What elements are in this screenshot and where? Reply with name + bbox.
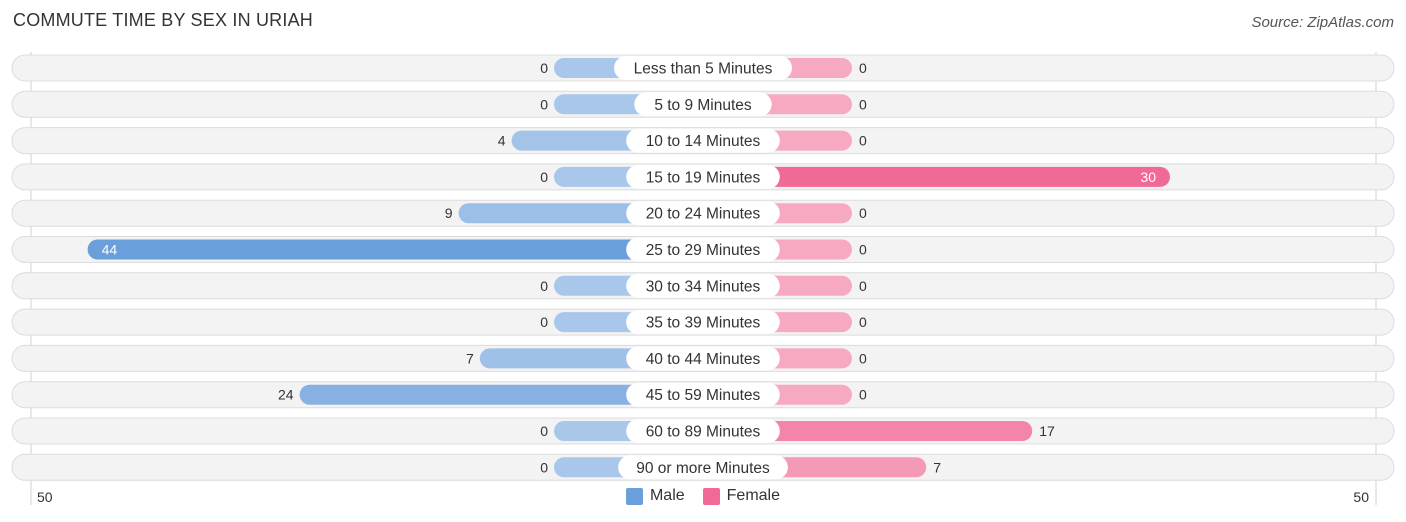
value-label-male: 0 [540,314,548,330]
value-label-male: 0 [540,423,548,439]
category-label: 60 to 89 Minutes [646,424,761,441]
category-label: 40 to 44 Minutes [646,351,761,368]
value-label-male: 7 [466,350,474,366]
value-label-female: 0 [859,350,867,366]
value-label-male: 0 [540,96,548,112]
value-label-female: 0 [859,96,867,112]
category-label: 25 to 29 Minutes [646,242,761,259]
legend-swatch-female [702,487,720,505]
category-label: 45 to 59 Minutes [646,387,761,404]
value-label-male: 0 [540,459,548,475]
category-label: 10 to 14 Minutes [646,133,761,150]
value-label-female: 0 [859,314,867,330]
value-label-female: 7 [933,459,941,475]
legend-item-female: Female [702,487,781,505]
value-label-female: 0 [859,387,867,403]
category-label: 15 to 19 Minutes [646,169,761,186]
value-label-female: 17 [1039,423,1055,439]
legend-item-male: Male [625,487,685,505]
value-label-male: 44 [102,242,118,258]
legend-swatch-male [625,487,643,505]
category-label: 90 or more Minutes [636,460,770,477]
value-label-female: 0 [859,133,867,149]
value-label-male: 4 [498,133,506,149]
value-label-female: 0 [859,205,867,221]
value-label-male: 0 [540,278,548,294]
category-label: 5 to 9 Minutes [654,97,752,114]
value-label-female: 30 [1140,169,1156,185]
legend-label-female: Female [726,487,781,504]
value-label-female: 0 [859,278,867,294]
chart-plot: Less than 5 Minutes 0 0 5 to 9 Minutes 0 0 10 … [11,52,1395,505]
category-label: 35 to 39 Minutes [646,315,761,332]
value-label-female: 0 [859,60,867,76]
value-label-male: 0 [540,60,548,76]
value-label-male: 9 [445,205,453,221]
value-label-male: 24 [278,387,294,403]
bar-male [87,239,704,260]
category-label: 20 to 24 Minutes [646,206,761,223]
category-label: 30 to 34 Minutes [646,278,761,295]
legend-label-male: Male [649,487,685,504]
legend: Male Female [0,487,1406,505]
category-label: Less than 5 Minutes [634,61,773,78]
value-label-male: 0 [540,169,548,185]
value-label-female: 0 [859,242,867,258]
